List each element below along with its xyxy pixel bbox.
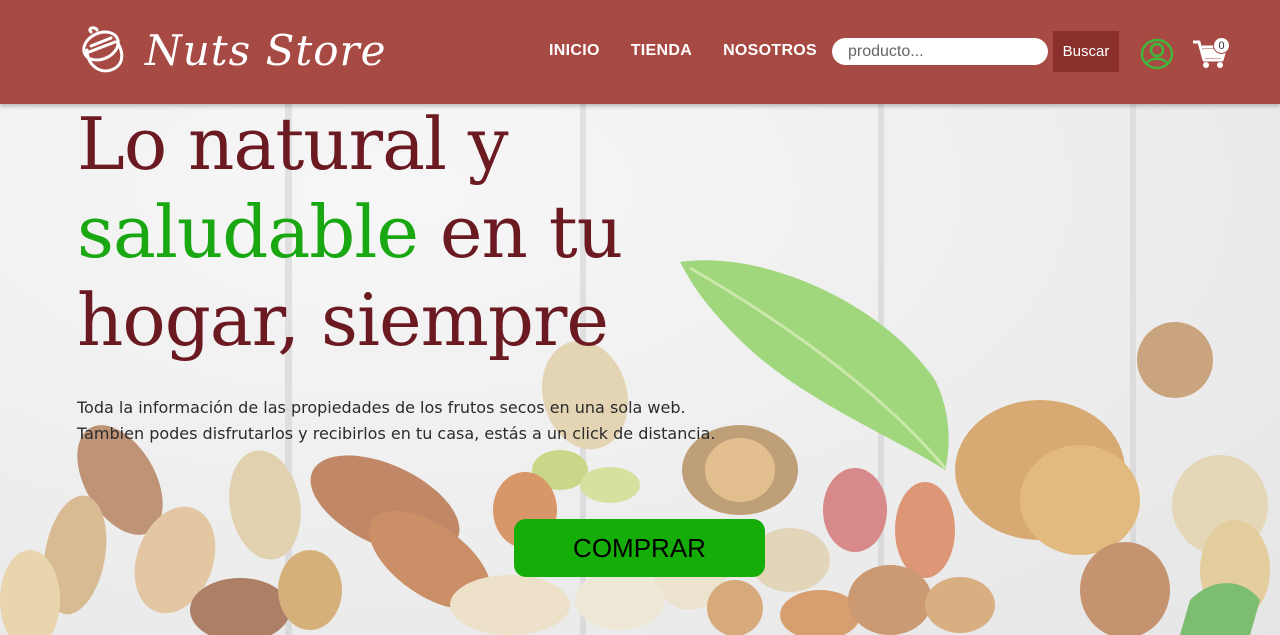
buy-button[interactable]: COMPRAR: [514, 519, 765, 577]
brand-name: Nuts Store: [145, 25, 387, 75]
headline-line-2: en tu: [418, 190, 623, 274]
nav-nosotros[interactable]: NOSOTROS: [723, 42, 817, 60]
acorn-icon: [82, 26, 124, 73]
cart-count-badge: 0: [1213, 37, 1230, 54]
navbar: Nuts Store INICIO TIENDA NOSOTROS Buscar…: [0, 0, 1280, 104]
description-line-2: Tambien podes disfrutarlos y recibirlos …: [77, 424, 716, 443]
user-circle-icon[interactable]: [1140, 38, 1174, 70]
search-button[interactable]: Buscar: [1053, 31, 1119, 72]
hero-headline: Lo natural y saludable en tu hogar, siem…: [77, 100, 697, 364]
search-input[interactable]: [832, 38, 1048, 65]
nav-tienda[interactable]: TIENDA: [631, 42, 692, 60]
hero-description: Toda la información de las propiedades d…: [77, 395, 797, 447]
headline-highlight: saludable: [77, 190, 419, 274]
main-nav: INICIO TIENDA NOSOTROS: [549, 42, 817, 60]
headline-line-3: hogar, siempre: [77, 278, 609, 362]
nav-inicio[interactable]: INICIO: [549, 42, 600, 60]
brand-logo[interactable]: Nuts Store: [77, 24, 386, 76]
description-line-1: Toda la información de las propiedades d…: [77, 398, 686, 417]
headline-line-1: Lo natural y: [77, 102, 509, 186]
